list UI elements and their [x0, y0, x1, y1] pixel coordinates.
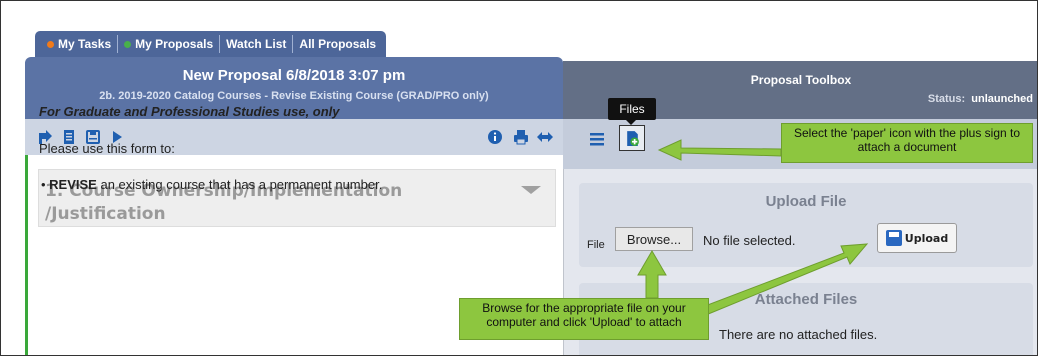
revise-keyword: REVISE [49, 177, 97, 192]
status-label: Status: [927, 93, 966, 105]
orange-dot-icon [47, 40, 54, 48]
tab-watch-list[interactable]: Watch List [220, 35, 294, 53]
tab-label: My Proposals [135, 37, 214, 51]
proposal-subtitle: 2b. 2019-2020 Catalog Courses - Revise E… [99, 90, 489, 102]
files-button[interactable] [619, 125, 645, 151]
tab-all-proposals[interactable]: All Proposals [293, 35, 382, 53]
tab-label: My Tasks [58, 37, 112, 51]
screenshot-frame: My Tasks My Proposals Watch List All Pro… [0, 0, 1038, 356]
add-file-icon [627, 131, 639, 146]
callout-paper-icon: Select the 'paper' icon with the plus si… [781, 123, 1033, 163]
tab-my-proposals[interactable]: My Proposals [118, 35, 221, 53]
collapse-triangle-icon[interactable] [521, 186, 541, 194]
please-text: Please use this form to: [39, 141, 175, 156]
proposal-title: New Proposal 6/8/2018 3:07 pm [182, 67, 406, 84]
tab-label: All Proposals [299, 37, 377, 51]
upload-file-title: Upload File [765, 193, 847, 210]
tab-my-tasks[interactable]: My Tasks [41, 35, 119, 53]
list-item: • REVISE an existing course that has a p… [41, 177, 383, 192]
upload-file-panel: Upload File File Browse... No file selec… [579, 183, 1033, 267]
status-value: unlaunched [971, 93, 1033, 105]
menu-icon[interactable] [589, 131, 605, 147]
tab-bar: My Tasks My Proposals Watch List All Pro… [35, 31, 387, 57]
section-title-line-2: /Justification [45, 204, 166, 224]
callout-browse: Browse for the appropriate file on your … [459, 298, 709, 340]
no-file-selected-text: No file selected. [703, 233, 796, 248]
expand-icon[interactable] [537, 129, 553, 145]
floppy-disk-icon [885, 230, 902, 246]
upload-button[interactable]: Upload [877, 223, 957, 253]
tab-label: Watch List [226, 37, 287, 51]
no-attached-files-text: There are no attached files. [719, 327, 878, 342]
info-icon[interactable] [487, 129, 503, 145]
toolbox-title: Proposal Toolbox [750, 73, 852, 87]
green-dot-icon [124, 40, 132, 48]
upload-button-label: Upload [904, 231, 949, 245]
files-tooltip: Files [608, 98, 656, 125]
file-label: File [587, 239, 605, 251]
print-icon[interactable] [513, 129, 529, 145]
grad-use-note: For Graduate and Professional Studies us… [39, 104, 340, 119]
browse-button[interactable]: Browse... [615, 227, 693, 251]
status-badge: Status: unlaunched [928, 93, 1033, 105]
bullet-text: an existing course that has a permanent … [96, 177, 383, 192]
